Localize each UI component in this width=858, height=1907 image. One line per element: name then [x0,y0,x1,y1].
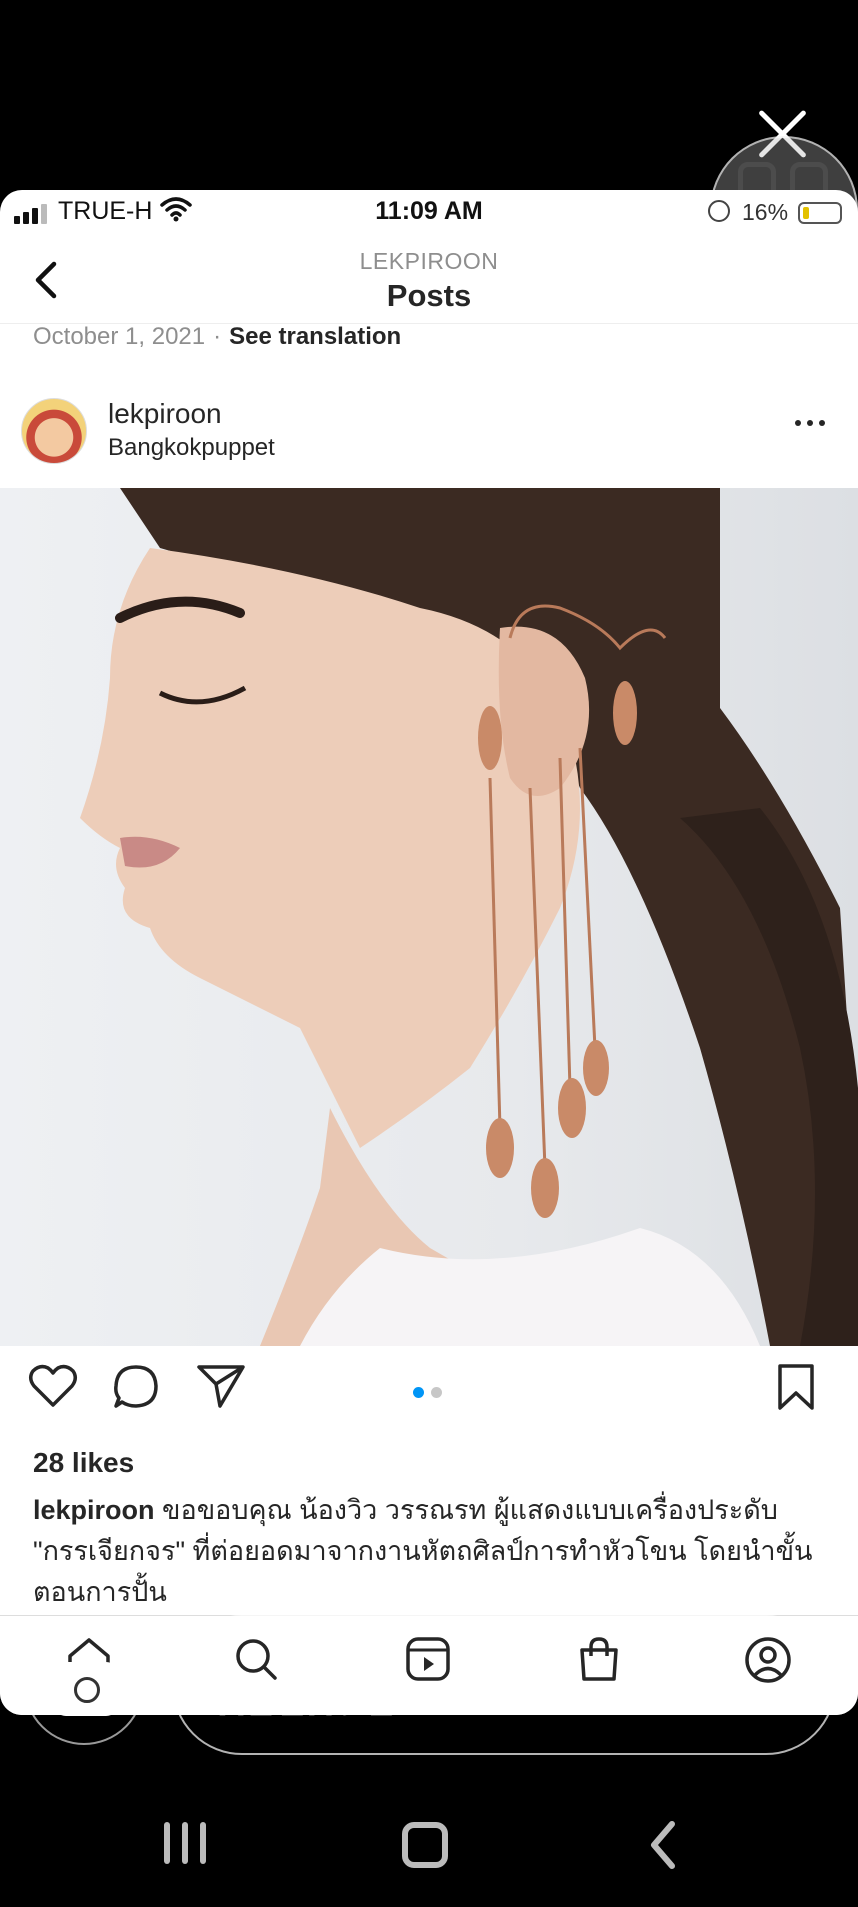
portrait-illustration [80,488,858,1346]
recents-icon[interactable] [164,1822,206,1864]
page-title: Posts [386,278,472,313]
post-author[interactable]: lekpiroon [108,398,222,430]
post-action-row [0,1363,858,1423]
post-photo[interactable] [0,488,858,1346]
carousel-dot [431,1387,442,1398]
status-bar: TRUE-H 11:09 AM 16% [0,190,858,236]
reply-placeholder: ตอบกลับ... [215,1672,435,1725]
post-caption: lekpiroon ขอขอบคุณ น้องวิว วรรณรท ผู้แสด… [33,1490,833,1613]
separator-dot: · [213,323,222,350]
heart-icon[interactable] [28,1363,78,1409]
camera-icon [54,1662,118,1716]
comment-icon[interactable] [112,1363,160,1411]
battery-icon [798,202,842,224]
post-header: lekpiroon Bangkokpuppet [0,386,858,481]
carousel-indicator [413,1387,442,1398]
share-icon[interactable] [196,1363,246,1409]
android-nav-bar [0,1800,858,1907]
system-back-icon[interactable] [648,1820,678,1870]
home-button-icon[interactable] [402,1822,448,1868]
post-dateline: October 1, 2021 · See translation [33,323,401,351]
rotation-lock-icon [708,200,730,222]
see-translation-link[interactable]: See translation [229,323,401,350]
header-username: LEKPIROON [359,248,499,274]
top-nav: LEKPIROON Posts [0,236,858,324]
screenshot-card: TRUE-H 11:09 AM 16% LEKPIROON Posts Octo… [0,190,858,1715]
carousel-dot-active [413,1387,424,1398]
more-options-icon[interactable] [795,420,825,426]
likes-count[interactable]: 28 likes [33,1447,134,1479]
caption-username[interactable]: lekpiroon [33,1495,155,1525]
avatar[interactable] [21,398,87,464]
battery-percent: 16% [742,199,789,225]
post-location[interactable]: Bangkokpuppet [108,434,275,462]
bookmark-icon[interactable] [776,1363,816,1411]
post-date: October 1, 2021 [33,323,206,350]
